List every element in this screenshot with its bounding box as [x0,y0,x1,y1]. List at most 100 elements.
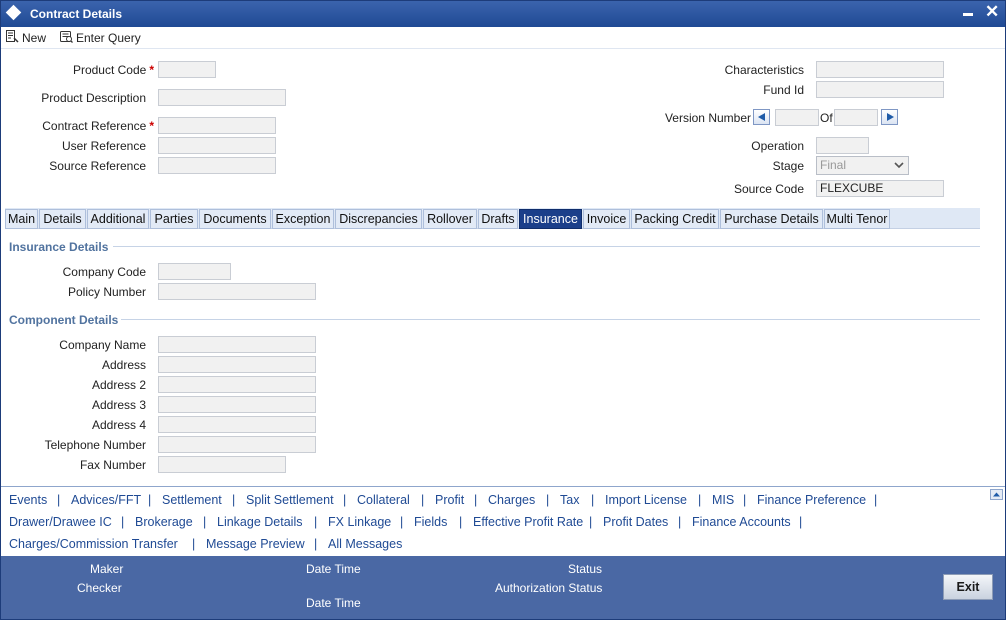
link-brokerage[interactable]: Brokerage [135,515,193,529]
address-4-input[interactable] [158,416,316,433]
tab-purchase-details[interactable]: Purchase Details [720,209,823,229]
close-icon[interactable]: ✕ [985,2,999,22]
link-separator: | [546,493,550,507]
telephone-number-label: Telephone Number [44,438,146,452]
tab-drafts[interactable]: Drafts [478,209,518,229]
scroll-up-icon[interactable] [990,489,1003,500]
link-drawer-drawee-ic[interactable]: Drawer/Drawee IC [9,515,112,529]
tab-packing-credit[interactable]: Packing Credit [631,209,719,229]
link-separator: | [400,515,404,529]
link-advices-fft[interactable]: Advices/FFT [71,493,141,507]
minimize-icon[interactable] [963,13,973,16]
link-separator: | [314,515,318,529]
tab-invoice[interactable]: Invoice [583,209,630,229]
link-finance-accounts[interactable]: Finance Accounts [692,515,791,529]
operation-label: Operation [751,139,804,153]
fax-number-input[interactable] [158,456,286,473]
link-separator: | [799,515,803,529]
tab-rollover[interactable]: Rollover [423,209,477,229]
link-separator: | [459,515,463,529]
link-charges-commission-transfer[interactable]: Charges/Commission Transfer [9,537,178,551]
version-number-input[interactable] [775,109,819,126]
fund-id-input[interactable] [816,81,944,98]
link-effective-profit-rate[interactable]: Effective Profit Rate [473,515,583,529]
enter-query-button[interactable]: Enter Query [60,29,141,47]
characteristics-label: Characteristics [724,63,804,77]
operation-input[interactable] [816,137,869,154]
link-fx-linkage[interactable]: FX Linkage [328,515,391,529]
telephone-number-input[interactable] [158,436,316,453]
fund-id-label: Fund Id [763,83,804,97]
link-settlement[interactable]: Settlement [162,493,222,507]
address-label: Address [101,358,146,372]
link-tax[interactable]: Tax [560,493,579,507]
link-linkage-details[interactable]: Linkage Details [217,515,302,529]
address-3-input[interactable] [158,396,316,413]
address-2-input[interactable] [158,376,316,393]
stage-label: Stage [772,159,804,173]
insurance-details-title: Insurance Details [9,240,109,254]
company-name-input[interactable] [158,336,316,353]
link-events[interactable]: Events [9,493,47,507]
tab-main[interactable]: Main [5,209,38,229]
toolbar: New Enter Query [1,27,1005,49]
link-import-license[interactable]: Import License [605,493,687,507]
user-reference-input[interactable] [158,137,276,154]
company-code-input[interactable] [158,263,231,280]
checker-date-time-label: Date Time [306,596,361,610]
characteristics-input[interactable] [816,61,944,78]
tab-discrepancies[interactable]: Discrepancies [335,209,422,229]
tab-parties[interactable]: Parties [150,209,198,229]
tab-insurance[interactable]: Insurance [519,209,582,229]
link-fields[interactable]: Fields [414,515,447,529]
fax-number-label: Fax Number [79,458,146,472]
product-description-input[interactable] [158,89,286,106]
link-collateral[interactable]: Collateral [357,493,410,507]
version-prev-button[interactable] [753,109,770,125]
link-separator: | [343,493,347,507]
link-mis[interactable]: MIS [712,493,734,507]
link-profit-dates[interactable]: Profit Dates [603,515,668,529]
contract-reference-input[interactable] [158,117,276,134]
tab-multi-tenor[interactable]: Multi Tenor [824,209,890,229]
maker-label: Maker [90,562,124,576]
source-code-input[interactable]: FLEXCUBE [816,180,944,197]
link-separator: | [698,493,702,507]
policy-number-input[interactable] [158,283,316,300]
title-bar: Contract Details ✕ [1,1,1005,27]
link-profit[interactable]: Profit [435,493,464,507]
link-separator: | [121,515,125,529]
link-message-preview[interactable]: Message Preview [206,537,305,551]
exit-button[interactable]: Exit [943,574,993,600]
link-separator: | [591,493,595,507]
source-reference-input[interactable] [158,157,276,174]
link-separator: | [678,515,682,529]
link-finance-preference[interactable]: Finance Preference [757,493,866,507]
component-divider [121,319,980,320]
window-title: Contract Details [30,7,123,21]
tab-bar: Main Details Additional Parties Document… [5,208,980,229]
product-code-input[interactable] [158,61,216,78]
address-input[interactable] [158,356,316,373]
link-separator: | [421,493,425,507]
link-separator: | [232,493,236,507]
tab-details[interactable]: Details [39,209,86,229]
component-details-title: Component Details [9,313,119,327]
stage-select[interactable]: Final [816,156,909,175]
new-button[interactable]: New [6,29,46,47]
link-separator: | [192,537,196,551]
subsystem-links: Events | Advices/FFT | Settlement | Spli… [1,486,1005,556]
version-number-label: Version Number [664,111,751,125]
tab-documents[interactable]: Documents [199,209,271,229]
product-description-label: Product Description [41,91,146,105]
tab-exception[interactable]: Exception [272,209,334,229]
tab-additional[interactable]: Additional [87,209,149,229]
link-charges[interactable]: Charges [488,493,535,507]
chevron-down-icon [894,162,904,169]
link-split-settlement[interactable]: Split Settlement [246,493,334,507]
version-next-button[interactable] [881,109,898,125]
new-document-icon [6,30,19,43]
link-all-messages[interactable]: All Messages [328,537,402,551]
new-label: New [22,30,47,45]
audit-footer: Maker Date Time Status Checker Authoriza… [1,556,1005,619]
